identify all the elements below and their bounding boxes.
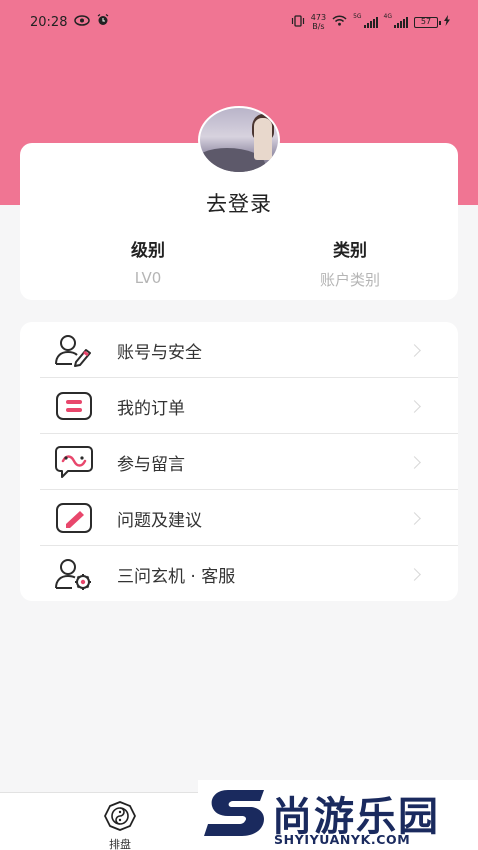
- chevron-right-icon: [408, 399, 421, 413]
- net-speed: 473 B/s: [311, 13, 326, 31]
- menu-item-leave-message[interactable]: 参与留言: [20, 434, 458, 490]
- signal-1-icon: [363, 16, 378, 28]
- menu-item-label: 账号与安全: [117, 342, 202, 363]
- category-value: 账户类别: [319, 271, 380, 289]
- chevron-right-icon: [408, 343, 421, 357]
- menu-card: 账号与安全 我的订单 参与留言 问题及建议 三问玄机 · 客服: [20, 322, 458, 601]
- customer-service-icon: [54, 554, 94, 594]
- category-label: 类别: [333, 241, 367, 261]
- chevron-right-icon: [408, 567, 421, 581]
- signal-1-label: 5G: [353, 13, 362, 20]
- menu-item-label: 参与留言: [117, 454, 185, 475]
- menu-item-label: 三问玄机 · 客服: [117, 566, 236, 587]
- signal-2-icon: [394, 16, 408, 28]
- charging-icon: [444, 15, 450, 29]
- net-speed-value: 473: [310, 13, 327, 22]
- battery-icon: 57: [414, 16, 441, 28]
- avatar[interactable]: [198, 106, 280, 174]
- feedback-pencil-icon: [54, 498, 94, 538]
- watermark-s-logo-icon: [202, 786, 272, 850]
- signal-2-label: 4G: [383, 13, 392, 20]
- watermark-subtitle: SHYIYUANYK.COM: [274, 832, 411, 847]
- menu-item-my-orders[interactable]: 我的订单: [20, 378, 458, 434]
- wifi-icon: [332, 15, 347, 29]
- nav-tab-paipan[interactable]: 排盘: [96, 801, 144, 850]
- nav-tab-paipan-label: 排盘: [109, 838, 131, 850]
- menu-item-customer-service[interactable]: 三问玄机 · 客服: [20, 546, 458, 602]
- site-watermark: 尚游乐园 SHYIYUANYK.COM: [198, 780, 478, 850]
- net-speed-unit: B/s: [312, 22, 325, 31]
- alarm-icon: [97, 14, 109, 30]
- avatar-figure: [254, 118, 272, 160]
- menu-item-label: 我的订单: [117, 398, 185, 419]
- level-label: 级别: [131, 241, 165, 261]
- menu-item-feedback[interactable]: 问题及建议: [20, 490, 458, 546]
- order-list-icon: [54, 386, 94, 426]
- eye-icon: [74, 14, 91, 30]
- chevron-right-icon: [408, 455, 421, 469]
- login-link[interactable]: 去登录: [0, 188, 478, 218]
- bagua-icon: [103, 801, 137, 835]
- status-time: 20:28: [30, 14, 68, 30]
- status-bar: 20:28 473 B/s 5G 4G 57: [0, 0, 478, 44]
- menu-item-account-security[interactable]: 账号与安全: [20, 322, 458, 378]
- message-bubble-icon: [54, 442, 94, 482]
- level-stat: 级别 LV0: [78, 236, 218, 287]
- chevron-right-icon: [408, 511, 421, 525]
- menu-item-label: 问题及建议: [117, 510, 202, 531]
- level-value: LV0: [134, 269, 162, 287]
- vibrate-icon: [291, 14, 305, 30]
- category-stat: 类别 账户类别: [280, 236, 420, 290]
- user-edit-icon: [54, 330, 94, 370]
